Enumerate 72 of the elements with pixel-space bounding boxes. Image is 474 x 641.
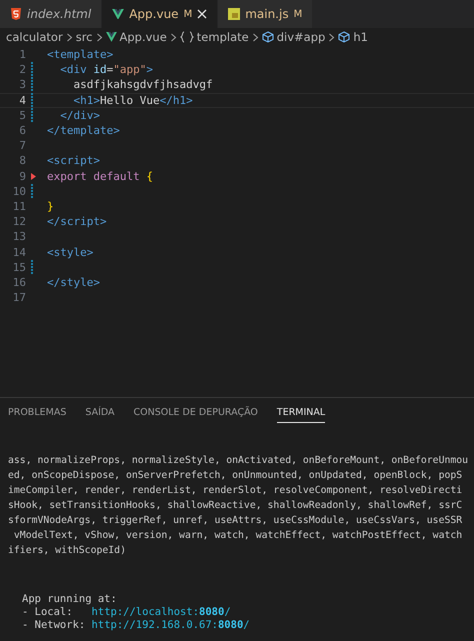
code-line: } — [47, 200, 54, 213]
line-number: 16 — [12, 276, 26, 289]
terminal-line: sformVNodeArgs, triggerRef, unref, useAttrs, useCssModule, useCssVars, useSSR — [8, 514, 462, 528]
breadcrumb-item[interactable]: App.vue — [120, 30, 167, 44]
code-line: <style> — [47, 246, 94, 259]
line-number: 10 — [12, 184, 26, 198]
line-number: 12 — [12, 215, 26, 228]
js-file-icon — [228, 8, 240, 20]
line-number: 3 — [18, 78, 26, 92]
line-number: 6 — [18, 124, 26, 138]
tab-label: main.js — [245, 7, 289, 21]
close-icon[interactable] — [197, 9, 208, 19]
line-number: 11 — [12, 200, 26, 213]
chevron-icon — [66, 32, 73, 42]
vue-logo-icon — [112, 8, 124, 20]
tab-label: index.html — [27, 7, 92, 21]
line-number: 7 — [18, 139, 26, 152]
terminal-line: ifiers, withScopeId) — [8, 544, 126, 558]
code-line: <h1>Hello Vue</h1> — [72, 94, 193, 107]
editor-tab[interactable]: index.html — [0, 0, 102, 28]
breadcrumb-item[interactable]: calculator — [6, 30, 63, 44]
chevron-icon — [170, 32, 177, 42]
panel-tab[interactable]: SAÍDA — [85, 407, 115, 423]
line-number: 9 — [18, 170, 26, 183]
terminal-line: vModelText, vShow, version, warn, watch, watchEffect, watchPostEffect, watch — [12, 529, 462, 543]
line-number: 15 — [12, 260, 26, 274]
line-number: 14 — [12, 246, 26, 259]
server-link[interactable]: http://localhost:8080/ — [92, 606, 231, 618]
line-number: 5 — [18, 108, 26, 122]
chevron-icon — [96, 32, 102, 42]
terminal-line: App running at: — [22, 593, 117, 606]
panel-tab[interactable]: PROBLEMAS — [8, 407, 66, 423]
editor-tab[interactable]: main.js M — [218, 0, 314, 28]
code-line: </style> — [47, 276, 100, 289]
modified-label: M — [294, 8, 302, 20]
server-label: - Network: — [22, 619, 86, 631]
code-line: export default { — [47, 170, 153, 183]
server-link[interactable]: http://192.168.0.67:8080/ — [92, 619, 250, 631]
terminal-line: sHook, setTransitionHooks, shallowReactive, shallowReadonly, shallowRef, ssrC — [8, 499, 462, 513]
modified-label: M — [184, 8, 192, 20]
code-line: </script> — [47, 215, 107, 228]
panel-tab[interactable]: TERMINAL — [276, 407, 326, 423]
breadcrumb-item[interactable]: div#app — [276, 30, 326, 44]
line-number: 8 — [18, 154, 26, 168]
line-number: 13 — [12, 230, 26, 244]
vue-logo-icon — [106, 32, 116, 42]
code-line: </template> — [47, 124, 120, 138]
chevron-icon — [252, 32, 259, 42]
code-line: <template> — [47, 48, 114, 62]
code-line: asdfjkahsgdvfjhsadvgf — [72, 78, 213, 92]
breadcrumb-item[interactable]: template — [196, 30, 249, 44]
editor-tab[interactable]: App.vue M — [102, 0, 218, 28]
html-icon — [10, 8, 22, 20]
line-number: 4 — [18, 94, 26, 107]
code-line: <script> — [47, 154, 100, 168]
line-number: 17 — [12, 291, 26, 304]
server-label: - Local: — [22, 606, 74, 618]
code-line: </div> — [59, 108, 100, 122]
line-number: 1 — [18, 48, 26, 62]
tab-label: App.vue — [129, 7, 179, 21]
terminal-line: ass, normalizeProps, normalizeStyle, onActivated, onBeforeMount, onBeforeUnmou — [8, 454, 468, 468]
terminal-line: ed, onScopeDispose, onServerPrefetch, onUnmounted, onUpdated, openBlock, popS — [8, 469, 462, 483]
breadcrumb-item[interactable]: h1 — [353, 30, 368, 44]
terminal-line: imeCompiler, render, renderList, renderSlot, resolveComponent, resolveDirecti — [8, 484, 462, 498]
chevron-icon — [328, 32, 336, 42]
code-line: <div id="app"> — [59, 63, 153, 76]
braces-icon — [180, 31, 194, 43]
line-number: 2 — [18, 63, 26, 76]
cube-icon — [262, 31, 274, 43]
breadcrumb-item[interactable]: src — [76, 30, 92, 44]
panel-tab[interactable]: CONSOLE DE DEPURAÇÃO — [134, 407, 258, 423]
cube-icon — [338, 31, 350, 43]
